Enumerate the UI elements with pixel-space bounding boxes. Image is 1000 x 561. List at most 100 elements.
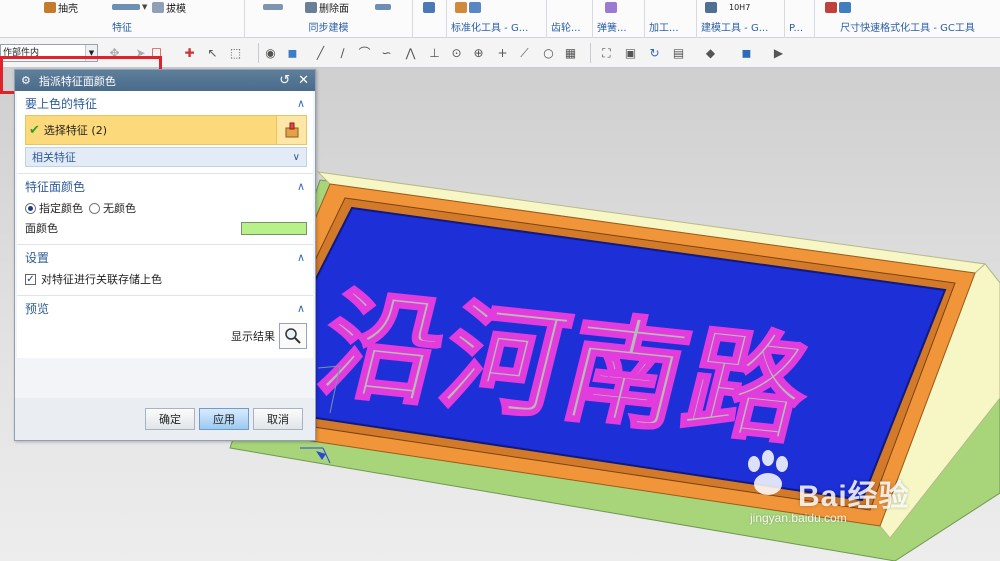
associative-color-checkbox[interactable]: ✓ <box>25 273 36 285</box>
ribbon-group-sync: 删除面 同步建模 <box>245 0 413 38</box>
section-color: 特征面颜色 ∧ 指定颜色 无颜色 面颜色 <box>17 174 313 245</box>
deselect-icon[interactable]: ↖ <box>206 47 219 60</box>
table-icon <box>705 1 717 13</box>
spline-icon[interactable]: ∽ <box>380 47 393 60</box>
dialog-title-bar[interactable]: ⚙ 指派特征面颜色 ↺ ✕ <box>15 70 315 91</box>
section-features: 要上色的特征 ∧ ✔ 选择特征 (2) 相关特征 ∨ <box>17 91 313 174</box>
grid-icon[interactable]: ▦ <box>564 47 577 60</box>
quadrant-icon[interactable]: ⊕ <box>472 47 485 60</box>
display-icon[interactable]: ▶ <box>772 47 785 60</box>
face-color-swatch[interactable] <box>241 221 307 235</box>
extra-tool-icon <box>423 1 435 13</box>
apply-button[interactable]: 应用 <box>199 408 249 430</box>
view-cube-icon[interactable]: ◼ <box>740 47 753 60</box>
tangent-icon[interactable]: ⟋ <box>518 47 531 60</box>
spring-button[interactable] <box>605 0 617 14</box>
related-features-toggle[interactable]: 相关特征 ∨ <box>25 147 307 167</box>
tool-icon <box>375 4 391 10</box>
section-header-settings[interactable]: 设置 ∧ <box>17 245 313 269</box>
more-dropdown[interactable]: ▼ <box>112 0 147 14</box>
group-name-standard: 标准化工具 - G... <box>451 23 529 34</box>
render-style-icon[interactable]: ◆ <box>704 47 717 60</box>
group-name-modeling-tools: 建模工具 - G... <box>701 23 769 34</box>
line-icon[interactable]: ╱ <box>314 47 327 60</box>
midpoint-icon[interactable]: ○ <box>542 47 555 60</box>
pick-feature-icon <box>285 122 298 138</box>
no-color-radio[interactable] <box>89 202 100 214</box>
section-header-color[interactable]: 特征面颜色 ∧ <box>17 174 313 198</box>
fit-view-icon[interactable]: ⛶ <box>600 47 613 60</box>
spring-icon <box>605 1 617 13</box>
draft-button[interactable]: 拔模 <box>152 0 186 15</box>
extra-tool-button[interactable] <box>423 0 435 14</box>
delete-face-button[interactable]: 删除面 <box>305 0 349 15</box>
intersect-icon[interactable]: ⊥ <box>428 47 441 60</box>
gear-icon <box>455 1 467 13</box>
chevron-down-icon: ∨ <box>292 151 300 163</box>
selection-scope-dropdown[interactable]: 作部件内 ▼ <box>0 44 98 62</box>
ribbon-group-spring: 弹簧... <box>593 0 645 38</box>
chevron-up-icon[interactable]: ∧ <box>297 180 305 193</box>
cancel-button[interactable]: 取消 <box>253 408 303 430</box>
group-name-feature: 特征 <box>112 23 132 34</box>
shell-button[interactable]: 抽壳 <box>44 0 78 15</box>
solid-icon[interactable]: ◉ <box>264 47 277 60</box>
show-result-button[interactable] <box>279 323 307 349</box>
magnifier-icon <box>285 328 301 344</box>
snap-icon[interactable]: ✥ <box>108 47 121 60</box>
polyline-icon[interactable]: ⋀ <box>404 47 417 60</box>
select-add-icon[interactable]: ✚ <box>183 47 196 60</box>
reset-icon[interactable]: ↺ <box>279 73 290 88</box>
tool-icon <box>112 4 140 10</box>
delete-face-icon <box>305 1 317 13</box>
no-color-label: 无颜色 <box>103 202 136 215</box>
move-face-button[interactable] <box>263 0 283 14</box>
group-name-machining: 加工... <box>649 23 679 34</box>
modeling-tool-button[interactable]: 10H7 <box>705 0 750 14</box>
specify-color-radio[interactable] <box>25 202 36 214</box>
ribbon-group-spacer <box>413 0 447 38</box>
rectangle-select-icon[interactable]: ⬚ <box>229 47 242 60</box>
draft-icon <box>152 1 164 13</box>
ribbon-group-gear: 齿轮... <box>547 0 593 38</box>
circle-center-icon[interactable]: ⊙ <box>450 47 463 60</box>
fit-label: 10H7 <box>729 2 751 12</box>
section-preview: 预览 ∧ 显示结果 <box>17 296 313 358</box>
cube-icon[interactable]: ◼ <box>286 47 299 60</box>
pointer-icon[interactable]: ➤ <box>134 47 147 60</box>
gc-tool-button[interactable] <box>825 0 851 14</box>
chevron-up-icon[interactable]: ∧ <box>297 97 305 110</box>
sync-more-dropdown[interactable] <box>375 0 391 14</box>
select-feature-label: 选择特征 (2) <box>43 124 107 137</box>
assign-feature-color-dialog: ⚙ 指派特征面颜色 ↺ ✕ 要上色的特征 ∧ ✔ 选择特征 (2) 相关特征 ∨… <box>14 69 316 441</box>
move-icon <box>263 4 283 10</box>
close-icon[interactable]: ✕ <box>298 73 309 88</box>
face-color-label: 面颜色 <box>25 222 58 235</box>
ribbon-group-p: P... <box>785 0 815 38</box>
pen-icon <box>825 1 837 13</box>
chevron-up-icon[interactable]: ∧ <box>297 302 305 315</box>
select-feature-row[interactable]: ✔ 选择特征 (2) <box>25 115 307 145</box>
line-angle-icon[interactable]: ∕ <box>336 47 349 60</box>
standard-tool-button[interactable] <box>455 0 481 14</box>
bolt-icon <box>469 1 481 13</box>
ribbon: 抽壳 ▼ 拔模 特征 删除面 同步建模 标准化工具 - G... 齿轮... 弹… <box>0 0 1000 38</box>
group-name-gear: 齿轮... <box>551 23 581 34</box>
chevron-up-icon[interactable]: ∧ <box>297 251 305 264</box>
ok-button[interactable]: 确定 <box>145 408 195 430</box>
point-icon[interactable]: + <box>496 47 509 60</box>
feature-picker-button[interactable] <box>276 116 306 144</box>
layout-icon[interactable]: ▤ <box>672 47 685 60</box>
ribbon-group-gc-tools: 尺寸快速格式化工具 - GC工具 <box>815 0 1000 38</box>
format-icon <box>839 1 851 13</box>
associative-color-label: 对特征进行关联存储上色 <box>41 273 162 286</box>
toolbar-divider <box>590 43 591 63</box>
zoom-window-icon[interactable]: ▣ <box>624 47 637 60</box>
section-header-preview[interactable]: 预览 ∧ <box>17 296 313 320</box>
show-result-label: 显示结果 <box>231 330 275 343</box>
select-box-icon[interactable]: ☐ <box>150 47 163 60</box>
section-settings: 设置 ∧ ✓ 对特征进行关联存储上色 <box>17 245 313 296</box>
rotate-icon[interactable]: ↻ <box>648 47 661 60</box>
curve-icon[interactable]: ⌒ <box>358 47 371 60</box>
section-header-features[interactable]: 要上色的特征 ∧ <box>17 91 313 115</box>
